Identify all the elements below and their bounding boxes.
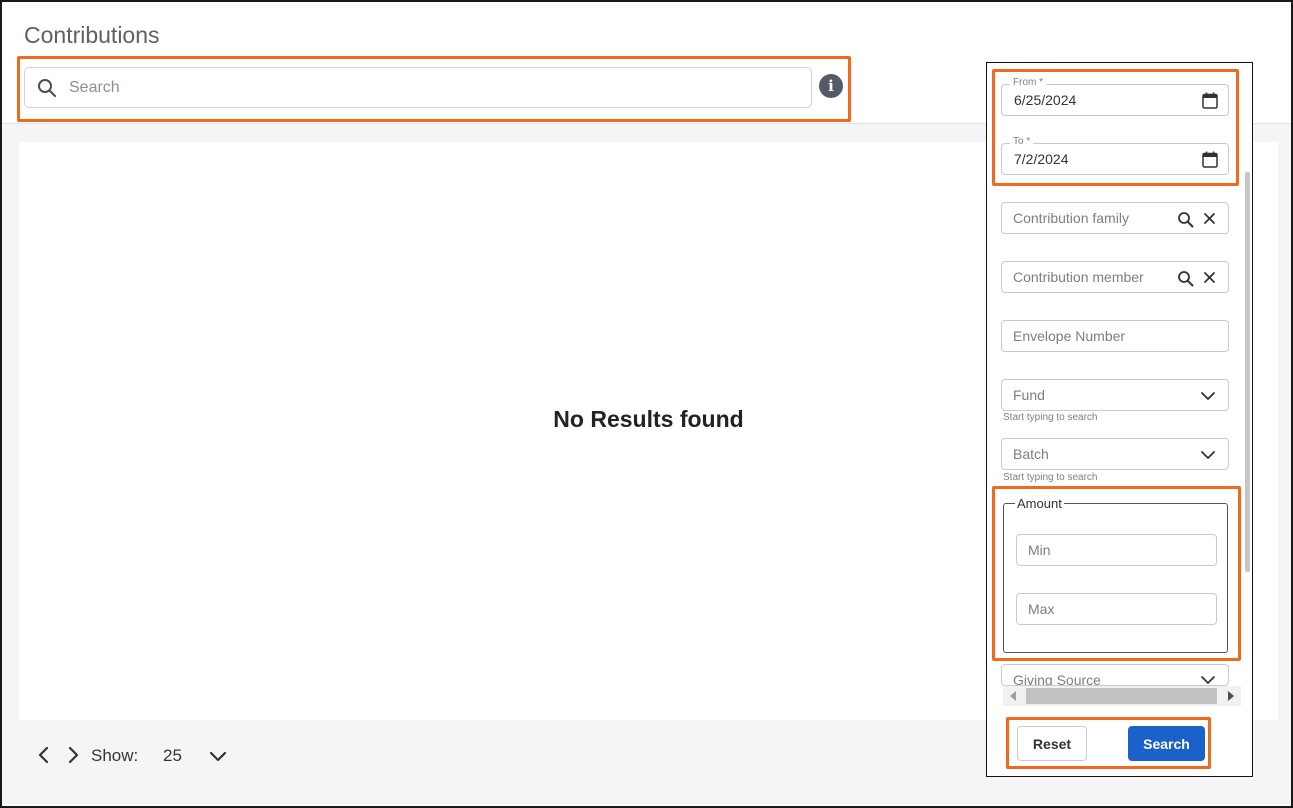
- window-frame: [0, 0, 1293, 808]
